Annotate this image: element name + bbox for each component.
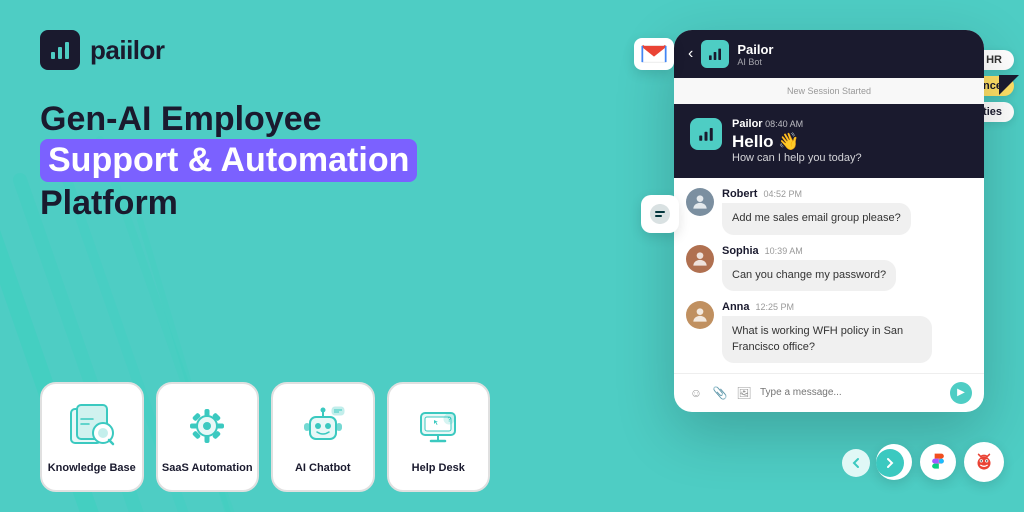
- kb-icon: [64, 398, 120, 454]
- emoji-icon[interactable]: ☺: [686, 383, 706, 403]
- avatar-robert: [686, 188, 714, 216]
- left-panel: paiilor Gen-AI Employee Support & Automa…: [0, 0, 520, 512]
- bot-avatar: [690, 118, 722, 150]
- msg-header-sophia: Sophia 10:39 AM: [722, 245, 896, 257]
- msg-time-sophia: 10:39 AM: [765, 246, 803, 256]
- headline-platform: Platform: [40, 184, 490, 223]
- zendesk-icon: [641, 195, 679, 233]
- message-anna: Anna 12:25 PM What is working WFH policy…: [686, 301, 972, 363]
- feature-card-help-desk[interactable]: ? Help Desk: [387, 382, 491, 492]
- msg-content-anna: Anna 12:25 PM What is working WFH policy…: [722, 301, 932, 363]
- headline-employee: Employee: [161, 100, 322, 138]
- feature-cards: Knowledge Base SaaS Autom: [40, 382, 490, 492]
- headline-line1: Gen-AI Employee: [40, 100, 490, 139]
- chat-window: ‹ Pailor AI Bot New Session Started: [674, 30, 984, 412]
- msg-time-robert: 04:52 PM: [763, 189, 802, 199]
- ai-label: AI Chatbot: [295, 462, 351, 475]
- image-icon[interactable]: 🖼: [734, 383, 754, 403]
- headline-highlight: Support & Automation: [40, 139, 417, 182]
- hd-icon: ?: [410, 398, 466, 454]
- session-started-label: New Session Started: [674, 78, 984, 104]
- ai-icon: [295, 398, 351, 454]
- deco-triangle: [994, 70, 1024, 105]
- msg-name-robert: Robert: [722, 188, 757, 200]
- chat-text-input[interactable]: [760, 387, 944, 398]
- nav-arrow-right[interactable]: [876, 449, 904, 477]
- logo: paiilor: [40, 30, 490, 70]
- chat-logo-icon: [701, 40, 729, 68]
- hello-message: Pailor 08:40 AM Hello 👋 How can I help y…: [674, 104, 984, 178]
- logo-icon: [40, 30, 80, 70]
- msg-name-anna: Anna: [722, 301, 750, 313]
- msg-bubble-sophia: Can you change my password?: [722, 260, 896, 291]
- attachment-icon[interactable]: 📎: [710, 383, 730, 403]
- chat-messages: Robert 04:52 PM Add me sales email group…: [674, 178, 984, 373]
- message-robert: Robert 04:52 PM Add me sales email group…: [686, 188, 972, 234]
- hd-label: Help Desk: [412, 462, 465, 475]
- svg-text:?: ?: [448, 418, 452, 424]
- chat-bot-subtitle: AI Bot: [737, 57, 970, 67]
- msg-content-sophia: Sophia 10:39 AM Can you change my passwo…: [722, 245, 896, 291]
- headline: Gen-AI Employee Support & Automation Pla…: [40, 100, 490, 223]
- message-sophia: Sophia 10:39 AM Can you change my passwo…: [686, 245, 972, 291]
- chat-bot-name: Pailor: [737, 42, 970, 57]
- saas-label: SaaS Automation: [162, 462, 253, 475]
- hello-sub: How can I help you today?: [732, 152, 862, 164]
- avatar-sophia: [686, 245, 714, 273]
- nav-arrows: [842, 449, 904, 477]
- hello-time: 08:40 AM: [765, 119, 803, 129]
- chat-send-button[interactable]: ▶: [950, 382, 972, 404]
- msg-time-anna: 12:25 PM: [756, 302, 795, 312]
- avatar-anna: [686, 301, 714, 329]
- chat-back-button[interactable]: ‹: [688, 45, 693, 63]
- feature-card-ai-chatbot[interactable]: AI Chatbot: [271, 382, 375, 492]
- msg-content-robert: Robert 04:52 PM Add me sales email group…: [722, 188, 911, 234]
- hello-sender-name: Pailor: [732, 118, 763, 130]
- chat-action-icons: ☺ 📎 🖼: [686, 383, 754, 403]
- feature-card-knowledge-base[interactable]: Knowledge Base: [40, 382, 144, 492]
- msg-name-sophia: Sophia: [722, 245, 759, 257]
- chat-header: ‹ Pailor AI Bot: [674, 30, 984, 78]
- msg-header-robert: Robert 04:52 PM: [722, 188, 911, 200]
- kb-label: Knowledge Base: [48, 462, 136, 475]
- hello-greeting: Hello 👋: [732, 132, 862, 152]
- chat-input-area: ☺ 📎 🖼 ▶: [674, 373, 984, 412]
- right-panel: IT HR Finance Facilities ‹ Pailor AI Bot…: [504, 0, 1024, 512]
- brand-name: paiilor: [90, 35, 165, 66]
- chat-title-group: Pailor AI Bot: [737, 42, 970, 67]
- gmail-icon: [634, 38, 674, 70]
- msg-bubble-anna: What is working WFH policy in San Franci…: [722, 316, 932, 363]
- msg-bubble-robert: Add me sales email group please?: [722, 203, 911, 234]
- headline-prefix: Gen-AI: [40, 100, 161, 138]
- msg-header-anna: Anna 12:25 PM: [722, 301, 932, 313]
- nav-arrow-left[interactable]: [842, 449, 870, 477]
- saas-icon: [179, 398, 235, 454]
- hello-content: Pailor 08:40 AM Hello 👋 How can I help y…: [732, 118, 862, 164]
- bug-icon: [964, 442, 1004, 482]
- feature-card-saas-automation[interactable]: SaaS Automation: [156, 382, 260, 492]
- logo-svg: [48, 38, 72, 62]
- figma-icon: [920, 444, 956, 480]
- hello-sender: Pailor 08:40 AM: [732, 118, 862, 130]
